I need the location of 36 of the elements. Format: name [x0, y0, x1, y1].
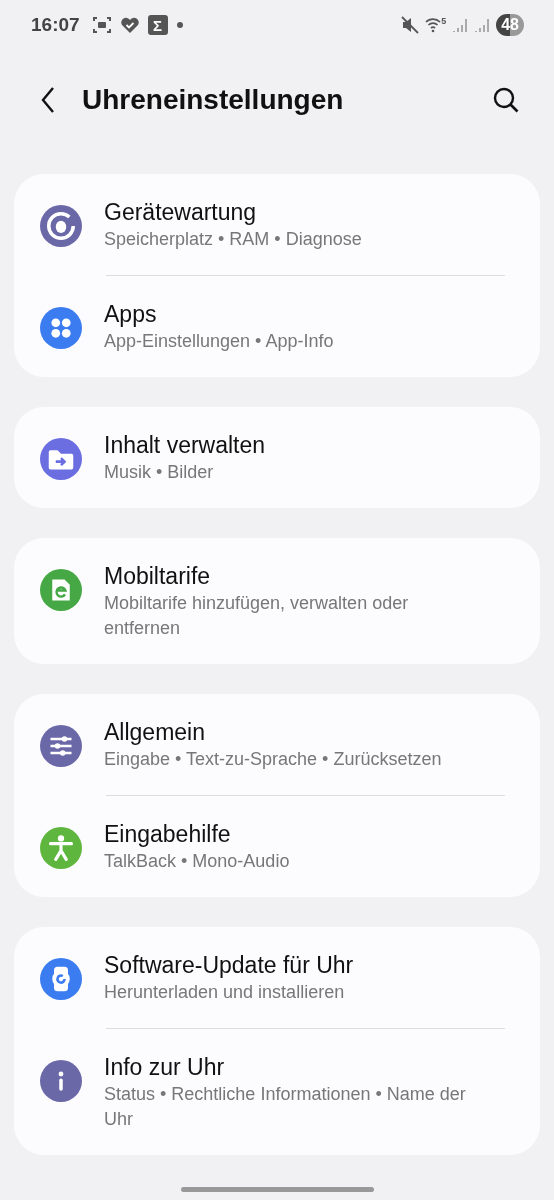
dot-icon	[175, 21, 184, 29]
signal-icon	[474, 17, 491, 33]
settings-item[interactable]: Gerätewartung Speicherplatz • RAM • Diagnose	[14, 174, 540, 275]
sigma-icon: Σ	[147, 15, 168, 35]
wifi-icon	[425, 17, 442, 33]
item-title: Apps	[104, 300, 158, 329]
item-subtitle: TalkBack • Mono-Audio	[104, 850, 291, 873]
mute-icon	[401, 16, 420, 34]
item-title: Gerätewartung	[104, 198, 258, 227]
signal-icon	[452, 17, 469, 33]
settings-item[interactable]: Inhalt verwalten Musik • Bilder	[14, 407, 540, 508]
item-title: Mobiltarife	[104, 562, 212, 591]
settings-item[interactable]: Software-Update für Uhr Herunterladen und installieren	[14, 927, 540, 1028]
status-time: 16:07	[31, 14, 80, 36]
settings-item[interactable]: Mobiltarife Mobiltarife hinzufügen, verwalten oder entfernen	[14, 538, 540, 664]
page-title: Uhreneinstellungen	[82, 84, 344, 116]
item-title: Software-Update für Uhr	[104, 951, 355, 980]
settings-item[interactable]: Info zur Uhr Status • Rechtliche Informationen • Name der Uhr	[14, 1029, 540, 1155]
item-subtitle: Status • Rechtliche Informationen • Name der Uhr	[104, 1083, 467, 1131]
item-title: Eingabehilfe	[104, 820, 232, 849]
settings-item[interactable]: Eingabehilfe TalkBack • Mono-Audio	[14, 796, 540, 897]
item-subtitle: Speicherplatz • RAM • Diagnose	[104, 228, 363, 251]
item-title: Inhalt verwalten	[104, 431, 267, 460]
battery-level: 48	[496, 14, 524, 36]
item-subtitle: Herunterladen und installieren	[104, 981, 346, 1004]
settings-item[interactable]: Apps App-Einstellungen • App-Info	[14, 276, 540, 377]
settings-item[interactable]: Allgemein Eingabe • Text-zu-Sprache • Zurücksetzen	[14, 694, 540, 795]
item-subtitle: Mobiltarife hinzufügen, verwalten oder entfernen	[104, 592, 410, 640]
screenshot-icon	[91, 15, 112, 35]
item-title: Allgemein	[104, 718, 206, 747]
item-subtitle: App-Einstellungen • App-Info	[104, 330, 335, 353]
item-title: Info zur Uhr	[104, 1053, 226, 1082]
item-subtitle: Musik • Bilder	[104, 461, 215, 484]
wifi-badge-label: 5	[441, 17, 447, 26]
item-subtitle: Eingabe • Text-zu-Sprache • Zurücksetzen	[104, 748, 443, 771]
heart-check-icon	[119, 16, 140, 34]
